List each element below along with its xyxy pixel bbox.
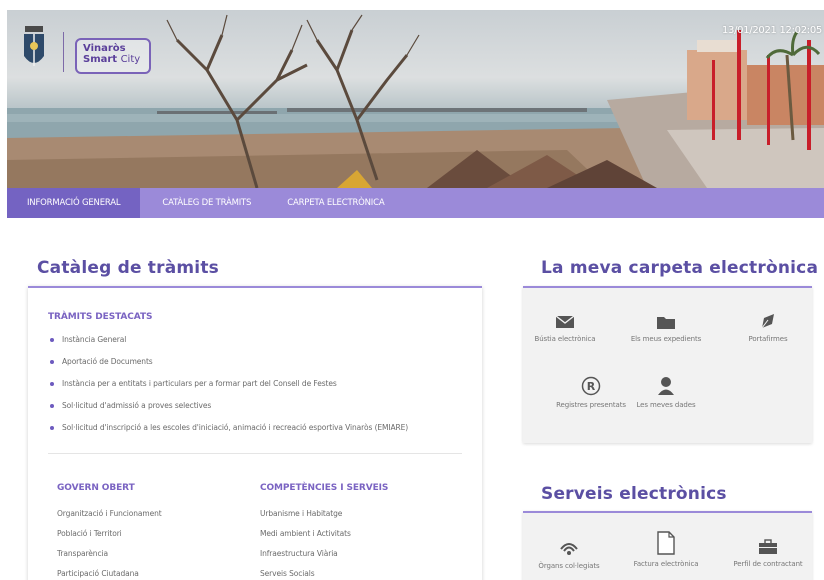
nav-carpeta-electronica[interactable]: Carpeta electrònica: [273, 188, 398, 218]
carpeta-card: Bústia electrònica Els meus expedients P…: [523, 286, 812, 443]
list-item[interactable]: Infraestructura Viària: [260, 548, 351, 568]
tile-registres[interactable]: R Registres presentats: [551, 376, 631, 410]
destacats-heading: TRÀMITS DESTACATS: [48, 312, 153, 322]
signal-icon: [560, 543, 578, 555]
serveis-title: Serveis electrònics: [541, 484, 727, 504]
list-item[interactable]: Serveis Socials: [260, 568, 351, 580]
bullet-icon: [50, 338, 54, 342]
list-item[interactable]: Participació Ciutadana: [57, 568, 162, 580]
cataleg-title: Catàleg de tràmits: [37, 258, 219, 278]
competencies-heading[interactable]: COMPETÈNCIES I SERVEIS: [260, 483, 388, 493]
tile-bustia[interactable]: Bústia electrònica: [525, 314, 605, 344]
logo-divider: [63, 32, 64, 72]
tile-label: Registres presentats: [556, 401, 626, 409]
list-item[interactable]: Sol·licitud d'inscripció a les escoles d…: [48, 422, 408, 444]
list-item[interactable]: Aportació de Documents: [48, 356, 408, 378]
brand-line2a: Smart: [83, 54, 118, 65]
tile-dades[interactable]: Les meves dades: [626, 376, 706, 410]
bullet-icon: [50, 360, 54, 364]
competencies-list: Urbanisme i Habitatge Medi ambient i Act…: [260, 508, 351, 580]
tile-perfil-contractant[interactable]: Perfil de contractant: [728, 539, 808, 569]
tile-factura[interactable]: Factura electrònica: [626, 531, 706, 569]
tile-label: Òrgans col·legiats: [538, 562, 600, 570]
list-item[interactable]: Instància General: [48, 334, 408, 356]
bullet-icon: [50, 426, 54, 430]
main-nav: Informació general Catàleg de tràmits Ca…: [7, 188, 824, 218]
bullet-icon: [50, 404, 54, 408]
list-item[interactable]: Població i Territori: [57, 528, 162, 548]
pen-icon: [761, 314, 774, 329]
document-icon: [657, 531, 675, 555]
tramit-link[interactable]: Sol·licitud d'inscripció a les escoles d…: [62, 422, 408, 434]
tile-label: Bústia electrònica: [534, 335, 596, 343]
carpeta-title: La meva carpeta electrònica: [541, 258, 819, 278]
list-item[interactable]: Instància per a entitats i particulars p…: [48, 378, 408, 400]
tramit-link[interactable]: Aportació de Documents: [62, 356, 153, 368]
list-item[interactable]: Sol·licitud d'admissió a proves selectiv…: [48, 400, 408, 422]
list-item[interactable]: Medi ambient i Activitats: [260, 528, 351, 548]
registered-icon: R: [581, 376, 601, 396]
tramit-link[interactable]: Instància General: [62, 334, 126, 346]
cataleg-card: TRÀMITS DESTACATS Instància General Apor…: [28, 286, 482, 580]
destacats-list: Instància General Aportació de Documents…: [48, 334, 408, 444]
govern-obert-list: Organització i Funcionament Població i T…: [57, 508, 162, 580]
tramit-link[interactable]: Sol·licitud d'admissió a proves selectiv…: [62, 400, 211, 412]
tile-label: Les meves dades: [636, 401, 696, 409]
datetime-display: 13/01/2021 12:02:05: [721, 25, 822, 36]
list-item[interactable]: Transparència: [57, 548, 162, 568]
tile-label: Factura electrònica: [633, 560, 699, 568]
nav-informacio-general[interactable]: Informació general: [7, 188, 141, 218]
brand-line2b: City: [120, 54, 141, 65]
brand-line1: Vinaròs: [83, 43, 126, 54]
smart-city-logo: Vinaròs Smart City: [75, 38, 151, 74]
city-shield-icon: [24, 26, 44, 66]
envelope-icon: [555, 315, 575, 328]
folder-icon: [657, 317, 675, 329]
tramit-link[interactable]: Instància per a entitats i particulars p…: [62, 378, 337, 390]
list-item[interactable]: Urbanisme i Habitatge: [260, 508, 351, 528]
tile-organs[interactable]: Òrgans col·legiats: [529, 539, 609, 571]
tile-expedients[interactable]: Els meus expedients: [626, 314, 706, 344]
tile-portafirmes[interactable]: Portafirmes: [728, 312, 808, 344]
svg-text:R: R: [587, 380, 596, 393]
tile-label: Perfil de contractant: [733, 560, 803, 568]
govern-obert-heading[interactable]: GOVERN OBERT: [57, 483, 135, 493]
nav-cataleg-tramits[interactable]: Catàleg de tràmits: [140, 188, 273, 218]
hero-banner: Vinaròs Smart City 13/01/2021 12:02:05: [7, 10, 824, 188]
bullet-icon: [50, 382, 54, 386]
logo-area[interactable]: Vinaròs Smart City: [17, 26, 151, 76]
list-item[interactable]: Organització i Funcionament: [57, 508, 162, 528]
briefcase-icon: [759, 539, 777, 554]
user-icon: [658, 377, 674, 395]
tile-label: Portafirmes: [748, 335, 788, 343]
section-divider: [48, 453, 462, 454]
serveis-card: Òrgans col·legiats Factura electrònica P…: [523, 511, 812, 580]
tile-label: Els meus expedients: [630, 335, 702, 343]
